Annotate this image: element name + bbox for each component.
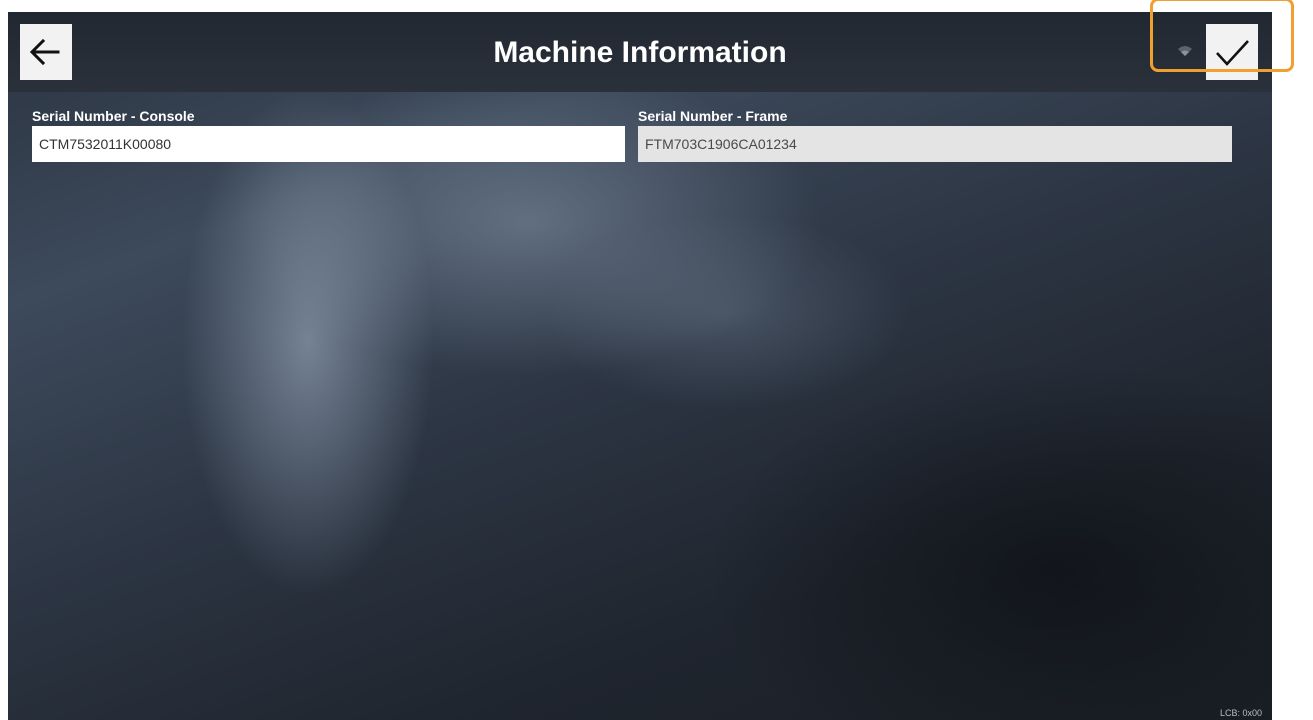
serial-number-frame-label: Serial Number - Frame (638, 108, 788, 124)
top-bar: Machine Information (8, 12, 1272, 92)
page-title: Machine Information (493, 36, 787, 69)
status-code: LCB: 0x00 (1219, 708, 1262, 718)
back-button[interactable] (20, 24, 72, 80)
confirm-button[interactable] (1206, 24, 1258, 80)
page-frame: Machine Information Serial Number - Cons… (0, 0, 1313, 720)
serial-number-console-input[interactable] (32, 126, 625, 162)
arrow-left-icon (20, 24, 72, 80)
serial-number-console-label: Serial Number - Console (32, 108, 195, 124)
wifi-icon (1176, 44, 1194, 58)
checkmark-icon (1206, 24, 1258, 80)
serial-number-frame-input[interactable] (638, 126, 1232, 162)
machine-information-screen: Machine Information Serial Number - Cons… (8, 12, 1272, 720)
